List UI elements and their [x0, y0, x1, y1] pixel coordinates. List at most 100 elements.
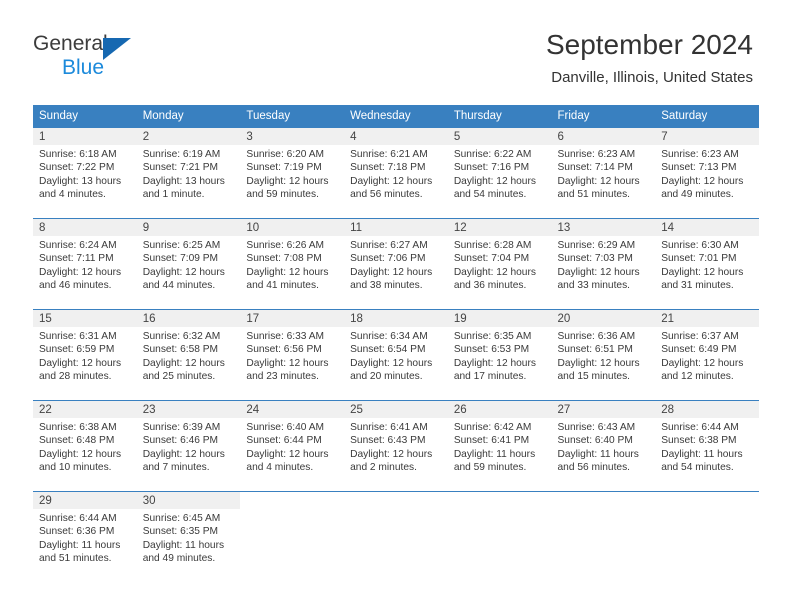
day-number: 4 [344, 128, 448, 145]
day-sun-info: Sunrise: 6:23 AM Sunset: 7:14 PM Daylight:… [552, 145, 656, 206]
day-cell[interactable]: 24 Sunrise: 6:40 AM Sunset: 6:44 PM Dayligh… [240, 401, 345, 491]
daylight-duration-line2: and 17 minutes. [453, 371, 527, 383]
day-number: 13 [551, 219, 656, 236]
day-number: 18 [344, 310, 448, 327]
weekday-header-monday: Monday [142, 110, 184, 122]
daylight-duration-line1: Daylight: 12 hours [661, 175, 744, 187]
daylight-duration-line2: and 4 minutes. [39, 189, 106, 201]
sunrise-time: Sunrise: 6:44 AM [39, 513, 117, 524]
day-number: 3 [240, 128, 345, 145]
day-number: 28 [655, 401, 759, 418]
day-cell[interactable]: 27 Sunrise: 6:43 AM Sunset: 6:40 PM Dayligh… [551, 401, 656, 491]
day-sun-info [448, 509, 552, 516]
day-cell[interactable]: 8 Sunrise: 6:24 AM Sunset: 7:11 PM Daylight… [33, 219, 137, 309]
day-cell[interactable]: 2 Sunrise: 6:19 AM Sunset: 7:21 PM Daylight… [136, 128, 241, 218]
day-sun-info: Sunrise: 6:29 AM Sunset: 7:03 PM Daylight:… [552, 236, 656, 297]
day-sun-info: Sunrise: 6:45 AM Sunset: 6:35 PM Daylight:… [137, 509, 241, 570]
sunrise-time: Sunrise: 6:36 AM [557, 331, 636, 342]
sunrise-time: Sunrise: 6:39 AM [142, 422, 221, 433]
sunrise-time: Sunrise: 6:26 AM [246, 240, 324, 251]
day-number [551, 492, 656, 509]
day-cell[interactable]: 10 Sunrise: 6:26 AM Sunset: 7:08 PM Dayligh… [240, 219, 345, 309]
sunset-time: Sunset: 6:44 PM [246, 435, 322, 447]
daylight-duration-line2: and 2 minutes. [350, 462, 417, 474]
day-sun-info: Sunrise: 6:38 AM Sunset: 6:48 PM Daylight:… [33, 418, 137, 479]
daylight-duration-line2: and 12 minutes. [661, 371, 734, 383]
daylight-duration-line1: Daylight: 13 hours [142, 175, 225, 187]
sunset-time: Sunset: 7:21 PM [142, 162, 219, 174]
day-cell[interactable]: 20 Sunrise: 6:36 AM Sunset: 6:51 PM Dayligh… [551, 310, 656, 400]
daylight-duration-line2: and 56 minutes. [350, 189, 423, 201]
sunset-time: Sunset: 6:53 PM [453, 344, 530, 356]
daylight-duration-line1: Daylight: 13 hours [39, 175, 122, 187]
day-sun-info: Sunrise: 6:26 AM Sunset: 7:08 PM Daylight:… [240, 236, 344, 297]
sunrise-time: Sunrise: 6:37 AM [661, 331, 739, 342]
daylight-duration-line1: Daylight: 12 hours [39, 357, 122, 369]
week-row: 29 Sunrise: 6:44 AM Sunset: 6:36 PM Dayligh… [33, 491, 759, 582]
day-cell[interactable]: 19 Sunrise: 6:35 AM Sunset: 6:53 PM Dayligh… [447, 310, 552, 400]
day-cell[interactable]: 16 Sunrise: 6:32 AM Sunset: 6:58 PM Dayligh… [136, 310, 241, 400]
day-number: 5 [447, 128, 552, 145]
day-number: 10 [240, 219, 345, 236]
day-cell[interactable]: 11 Sunrise: 6:27 AM Sunset: 7:06 PM Dayligh… [344, 219, 448, 309]
day-cell[interactable]: 15 Sunrise: 6:31 AM Sunset: 6:59 PM Dayligh… [33, 310, 137, 400]
day-sun-info [344, 509, 448, 516]
sunrise-time: Sunrise: 6:35 AM [453, 331, 532, 342]
daylight-duration-line1: Daylight: 12 hours [39, 266, 122, 278]
calendar-grid: Sunday Monday Tuesday Wednesday Thursday… [33, 105, 759, 582]
day-cell[interactable]: 21 Sunrise: 6:37 AM Sunset: 6:49 PM Dayligh… [655, 310, 759, 400]
day-cell[interactable]: 29 Sunrise: 6:44 AM Sunset: 6:36 PM Dayligh… [33, 492, 137, 582]
day-sun-info: Sunrise: 6:41 AM Sunset: 6:43 PM Daylight:… [344, 418, 448, 479]
general-blue-logo[interactable]: General Blue [33, 32, 213, 82]
day-number: 2 [136, 128, 241, 145]
daylight-duration-line2: and 56 minutes. [557, 462, 631, 474]
day-sun-info: Sunrise: 6:42 AM Sunset: 6:41 PM Daylight:… [448, 418, 552, 479]
day-cell[interactable]: 28 Sunrise: 6:44 AM Sunset: 6:38 PM Dayligh… [655, 401, 759, 491]
day-cell[interactable]: 30 Sunrise: 6:45 AM Sunset: 6:35 PM Dayligh… [136, 492, 241, 582]
daylight-duration-line2: and 23 minutes. [246, 371, 319, 383]
weekday-header-saturday: Saturday [661, 110, 708, 122]
day-cell[interactable]: 26 Sunrise: 6:42 AM Sunset: 6:41 PM Dayligh… [447, 401, 552, 491]
day-cell[interactable]: 3 Sunrise: 6:20 AM Sunset: 7:19 PM Daylight… [240, 128, 345, 218]
day-cell[interactable]: 12 Sunrise: 6:28 AM Sunset: 7:04 PM Dayligh… [447, 219, 552, 309]
weekday-header-friday: Friday [557, 110, 590, 122]
week-row: 1 Sunrise: 6:18 AM Sunset: 7:22 PM Daylight… [33, 128, 759, 218]
day-cell[interactable]: 13 Sunrise: 6:29 AM Sunset: 7:03 PM Dayligh… [551, 219, 656, 309]
day-cell[interactable]: 17 Sunrise: 6:33 AM Sunset: 6:56 PM Dayligh… [240, 310, 345, 400]
daylight-duration-line1: Daylight: 11 hours [142, 539, 225, 551]
daylight-duration-line2: and 36 minutes. [453, 280, 527, 292]
day-sun-info: Sunrise: 6:21 AM Sunset: 7:18 PM Daylight:… [344, 145, 448, 206]
page-header: General Blue September 2024 Danville, Il… [0, 0, 792, 100]
day-sun-info: Sunrise: 6:37 AM Sunset: 6:49 PM Daylight:… [655, 327, 759, 388]
day-cell[interactable]: 9 Sunrise: 6:25 AM Sunset: 7:09 PM Daylight… [136, 219, 241, 309]
day-cell[interactable]: 1 Sunrise: 6:18 AM Sunset: 7:22 PM Daylight… [33, 128, 137, 218]
day-cell-empty [240, 492, 345, 582]
day-cell[interactable]: 4 Sunrise: 6:21 AM Sunset: 7:18 PM Daylight… [344, 128, 448, 218]
day-cell[interactable]: 18 Sunrise: 6:34 AM Sunset: 6:54 PM Dayligh… [344, 310, 448, 400]
sunset-time: Sunset: 7:09 PM [142, 253, 219, 265]
daylight-duration-line1: Daylight: 12 hours [661, 266, 744, 278]
day-cell-empty [551, 492, 656, 582]
day-cell[interactable]: 14 Sunrise: 6:30 AM Sunset: 7:01 PM Dayligh… [655, 219, 759, 309]
daylight-duration-line1: Daylight: 12 hours [350, 266, 433, 278]
day-sun-info: Sunrise: 6:25 AM Sunset: 7:09 PM Daylight:… [137, 236, 241, 297]
day-number: 30 [136, 492, 241, 509]
day-number [655, 492, 759, 509]
weekday-header-sunday: Sunday [39, 110, 79, 122]
daylight-duration-line1: Daylight: 12 hours [350, 357, 433, 369]
week-row: 8 Sunrise: 6:24 AM Sunset: 7:11 PM Daylight… [33, 218, 759, 309]
day-cell[interactable]: 25 Sunrise: 6:41 AM Sunset: 6:43 PM Dayligh… [344, 401, 448, 491]
week-row: 22 Sunrise: 6:38 AM Sunset: 6:48 PM Dayligh… [33, 400, 759, 491]
day-cell[interactable]: 22 Sunrise: 6:38 AM Sunset: 6:48 PM Dayligh… [33, 401, 137, 491]
weekday-header-tuesday: Tuesday [246, 110, 291, 122]
day-cell[interactable]: 5 Sunrise: 6:22 AM Sunset: 7:16 PM Daylight… [447, 128, 552, 218]
day-cell[interactable]: 6 Sunrise: 6:23 AM Sunset: 7:14 PM Daylight… [551, 128, 656, 218]
day-cell[interactable]: 23 Sunrise: 6:39 AM Sunset: 6:46 PM Dayligh… [136, 401, 241, 491]
day-sun-info [552, 509, 656, 516]
daylight-duration-line2: and 54 minutes. [453, 189, 527, 201]
sunrise-time: Sunrise: 6:22 AM [453, 149, 532, 160]
daylight-duration-line1: Daylight: 12 hours [142, 357, 225, 369]
day-cell[interactable]: 7 Sunrise: 6:23 AM Sunset: 7:13 PM Daylight… [655, 128, 759, 218]
sunrise-time: Sunrise: 6:30 AM [661, 240, 739, 251]
daylight-duration-line2: and 51 minutes. [557, 189, 631, 201]
